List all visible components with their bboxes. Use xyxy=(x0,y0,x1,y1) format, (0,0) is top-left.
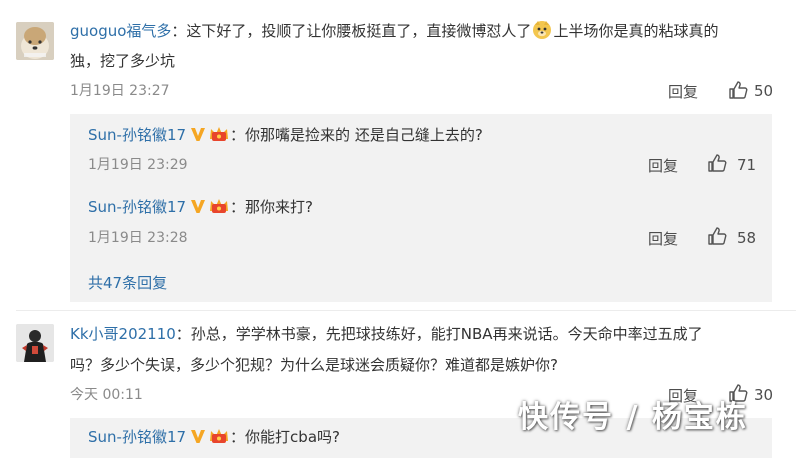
watermark: 快传号 / 杨宝栋 xyxy=(518,400,748,435)
divider xyxy=(16,310,796,311)
reply-content: ：你那嘴是捡来的 还是自己缝上去的? xyxy=(230,126,483,144)
verified-v-icon xyxy=(190,126,206,142)
comment-time: 今天 00:11 xyxy=(70,387,143,403)
vip-crown-icon xyxy=(208,197,230,215)
like-count: 58 xyxy=(737,229,757,247)
avatar[interactable] xyxy=(16,22,54,60)
comment-time: 1月19日 23:27 xyxy=(70,83,170,99)
reply-button[interactable]: 回复 xyxy=(648,155,678,176)
comment-text-line1: guoguo福气多：这下好了，投顺了让你腰板挺直了，直接微博怼人了 上半场你是真的… xyxy=(70,20,718,41)
comment-text-line2: 吗？多少个失误，多少个犯规？为什么是球迷会质疑你？难道都是嫉妒你? xyxy=(70,356,558,374)
verified-v-icon xyxy=(190,198,206,214)
reply-time: 1月19日 23:28 xyxy=(88,230,188,246)
avatar[interactable] xyxy=(16,324,54,362)
like-count: 30 xyxy=(754,386,774,404)
doge-emoji xyxy=(532,20,552,40)
reply-username[interactable]: Sun-孙铭徽17 xyxy=(88,198,186,216)
reply-username[interactable]: Sun-孙铭徽17 xyxy=(88,126,186,144)
reply-button[interactable]: 回复 xyxy=(668,81,698,102)
reply-text: Sun-孙铭徽17 ：你那嘴是捡来的 还是自己缝上去的? xyxy=(88,124,483,145)
thumbs-up-icon[interactable] xyxy=(707,153,727,173)
more-replies-link[interactable]: 共47条回复 xyxy=(88,272,167,293)
thumbs-up-icon[interactable] xyxy=(707,226,727,246)
thumbs-up-icon[interactable] xyxy=(728,80,748,100)
like-count: 50 xyxy=(754,82,774,100)
comment-text: ：这下好了，投顺了让你腰板挺直了，直接微博怼人了 xyxy=(171,22,532,40)
verified-v-icon xyxy=(190,428,206,444)
reply-content: ：那你来打? xyxy=(230,198,314,216)
reply-time: 1月19日 23:29 xyxy=(88,157,188,173)
comment-text: 上半场你是真的粘球真的 xyxy=(553,22,719,40)
comment-text-line1: Kk小哥202110：孙总，学学林书豪，先把球技练好，能打NBA再来说话。今天命… xyxy=(70,323,703,344)
comment-username[interactable]: Kk小哥202110 xyxy=(70,325,176,343)
vip-crown-icon xyxy=(208,427,230,445)
comment-text: ：孙总，学学林书豪，先把球技练好，能打NBA再来说话。今天命中率过五成了 xyxy=(175,325,703,343)
vip-crown-icon xyxy=(208,125,230,143)
comment-username[interactable]: guoguo福气多 xyxy=(70,22,171,40)
comment-text-line2: 独，挖了多少坑 xyxy=(70,52,176,70)
reply-text: Sun-孙铭徽17 ：那你来打? xyxy=(88,196,313,217)
like-count: 71 xyxy=(737,156,757,174)
reply-content: ：你能打cba吗? xyxy=(230,428,340,446)
reply-button[interactable]: 回复 xyxy=(648,228,678,249)
reply-username[interactable]: Sun-孙铭徽17 xyxy=(88,428,186,446)
reply-text: Sun-孙铭徽17 ：你能打cba吗? xyxy=(88,426,340,447)
